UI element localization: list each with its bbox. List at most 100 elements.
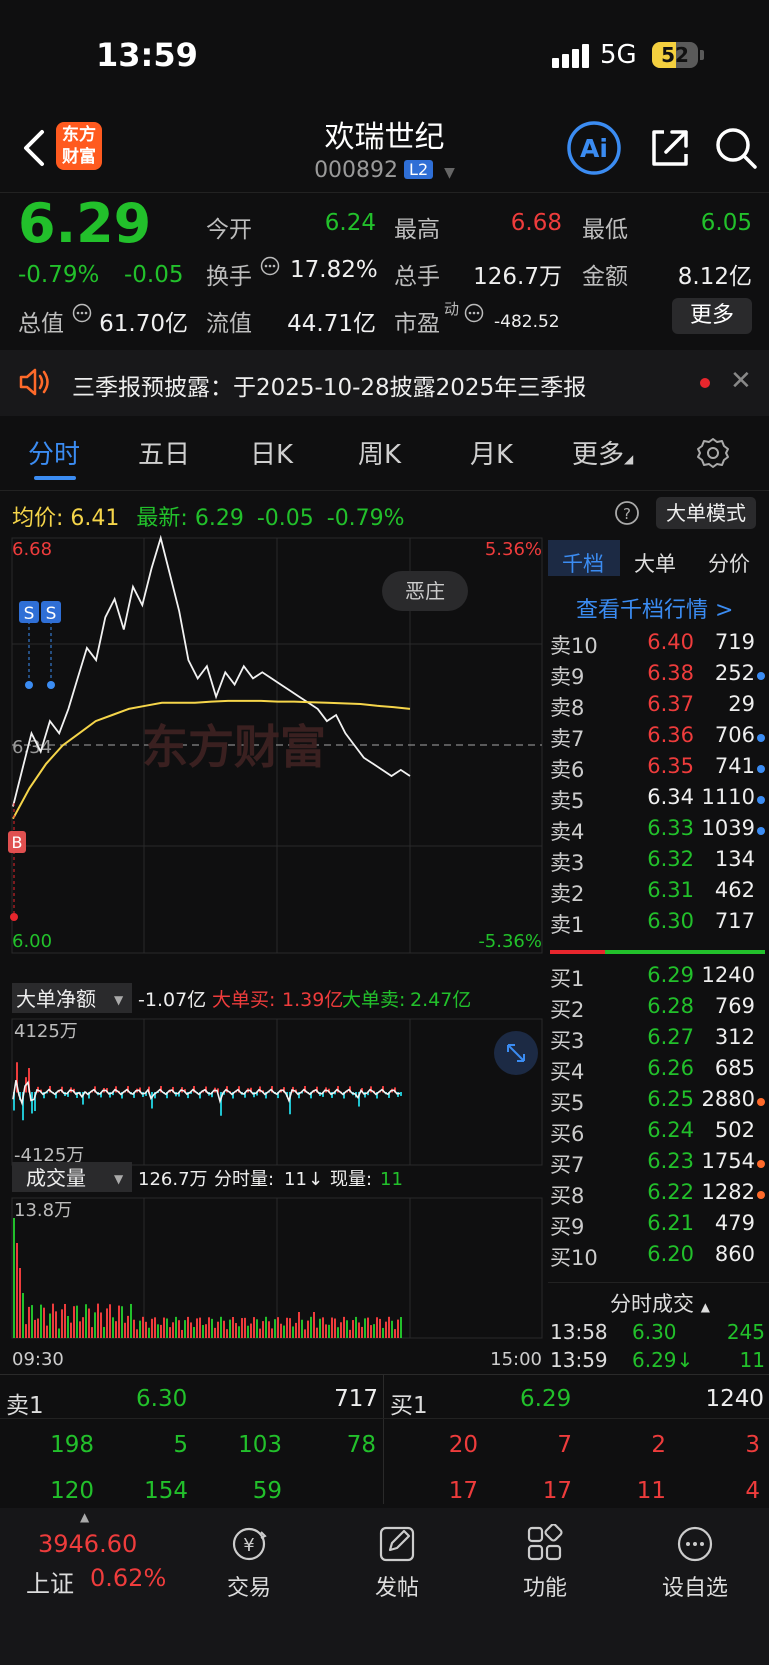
unread-dot: [700, 378, 710, 388]
volume-bar: [55, 1311, 57, 1338]
index-value[interactable]: 3946.60: [38, 1530, 137, 1558]
tab-weekly-k[interactable]: 周K: [358, 434, 401, 471]
ask-price: 6.37: [647, 692, 694, 716]
ask-row[interactable]: 卖4 6.33 1039: [550, 816, 765, 847]
volume-bar: [226, 1329, 228, 1338]
tab-more[interactable]: 更多◢: [572, 434, 633, 471]
bid-row[interactable]: 买1 6.29 1240: [550, 963, 765, 994]
info-dots-icon[interactable]: [260, 256, 280, 276]
book-tab-big-order[interactable]: 大单: [634, 548, 676, 578]
ai-icon[interactable]: Ai: [566, 120, 622, 176]
volume-bar: [142, 1316, 144, 1338]
volume-bar: [94, 1312, 96, 1338]
book-tab-depth[interactable]: 千档: [562, 548, 604, 578]
mcap-value: 61.70亿: [99, 311, 188, 337]
volume-label: 成交量: [26, 1166, 86, 1190]
bid-row[interactable]: 买4 6.26 685: [550, 1056, 765, 1087]
bid1-label: 买1: [390, 1393, 428, 1419]
bid-queue-item: 17: [542, 1478, 572, 1504]
svg-text:¥: ¥: [243, 1535, 254, 1556]
pe-label: 市盈: [394, 311, 440, 337]
ask-level: 卖4: [550, 820, 585, 844]
nav-trade[interactable]: ¥ 交易: [194, 1524, 304, 1602]
close-icon[interactable]: ✕: [730, 366, 752, 396]
volume-bar: [394, 1329, 396, 1338]
nav-watchlist[interactable]: 设自选: [640, 1524, 750, 1602]
volume-bar: [370, 1325, 372, 1338]
volume-bar: [280, 1323, 282, 1338]
trades-header[interactable]: 分时成交 ▲: [610, 1288, 710, 1318]
bid-price: 6.29: [647, 963, 694, 987]
volume-bar: [64, 1303, 66, 1338]
tab-more-label: 更多: [572, 440, 625, 470]
volume-bar: [319, 1318, 321, 1338]
volume-bar: [373, 1324, 375, 1338]
volume-bar: [70, 1322, 72, 1338]
ask-row[interactable]: 卖1 6.30 717: [550, 909, 765, 940]
index-percent[interactable]: 0.62%: [90, 1564, 166, 1592]
volume-bar: [85, 1304, 87, 1338]
bid-volume: 479: [714, 1211, 755, 1235]
tab-intraday[interactable]: 分时: [28, 434, 80, 471]
volume-bar: [211, 1318, 213, 1338]
bid-row[interactable]: 买2 6.28 769: [550, 994, 765, 1025]
amount-label: 金额: [582, 264, 628, 290]
bid-row[interactable]: 买9 6.21 479: [550, 1211, 765, 1242]
bid-row[interactable]: 买3 6.27 312: [550, 1025, 765, 1056]
ask-row[interactable]: 卖2 6.31 462: [550, 878, 765, 909]
volume-bar: [190, 1322, 192, 1338]
bid-row[interactable]: 买5 6.25 2880: [550, 1087, 765, 1118]
nav-functions[interactable]: 功能: [490, 1524, 600, 1602]
ask1-volume: 717: [334, 1386, 378, 1412]
info-dots-icon[interactable]: [464, 303, 484, 323]
volume-bar: [25, 1324, 27, 1338]
ask-row[interactable]: 卖9 6.38 252: [550, 661, 765, 692]
tab-daily-k[interactable]: 日K: [250, 434, 293, 471]
stock-code: 000892: [314, 158, 399, 183]
turnover-value: 17.82%: [290, 257, 378, 283]
view-depth-link[interactable]: 查看千档行情 >: [576, 592, 733, 624]
volume-bar: [304, 1329, 306, 1338]
bid-row[interactable]: 买7 6.23 1754: [550, 1149, 765, 1180]
help-icon[interactable]: ?: [614, 500, 640, 526]
minute-volume-label: 分时量:: [214, 1169, 274, 1190]
bid-row[interactable]: 买10 6.20 860: [550, 1242, 765, 1273]
ask-row[interactable]: 卖7 6.36 706: [550, 723, 765, 754]
volume-bar: [181, 1329, 183, 1338]
trade-time: 13:59: [550, 1348, 608, 1372]
tab-monthly-k[interactable]: 月K: [470, 434, 513, 471]
ask-level: 卖10: [550, 634, 598, 658]
volume-bar: [328, 1324, 330, 1338]
bid-row[interactable]: 买8 6.22 1282: [550, 1180, 765, 1211]
index-name[interactable]: 上证: [26, 1564, 74, 1599]
ask-volume: 719: [714, 630, 755, 654]
intraday-chart[interactable]: 东方财富 6.68 6.34 6.00 5.36% -5.36% 恶庄 S S …: [0, 535, 546, 1380]
big-order-mode-button[interactable]: 大单模式: [656, 497, 756, 529]
big-order-dot: [757, 765, 765, 773]
grid-icon: [527, 1524, 563, 1561]
share-icon[interactable]: [646, 124, 694, 172]
volume-bar: [67, 1315, 69, 1338]
ask-volume: 462: [714, 878, 755, 902]
info-dots-icon[interactable]: [72, 303, 92, 323]
ask-row[interactable]: 卖10 6.40 719: [550, 630, 765, 661]
ask-row[interactable]: 卖5 6.34 1110: [550, 785, 765, 816]
search-icon[interactable]: [712, 124, 760, 172]
ask-row[interactable]: 卖6 6.35 741: [550, 754, 765, 785]
more-button[interactable]: 更多: [672, 298, 752, 334]
ask-row[interactable]: 卖3 6.32 134: [550, 847, 765, 878]
volume-bar: [268, 1321, 270, 1338]
bid-level: 买8: [550, 1184, 585, 1208]
tab-five-day[interactable]: 五日: [138, 434, 190, 471]
bid-row[interactable]: 买6 6.24 502: [550, 1118, 765, 1149]
ask-row[interactable]: 卖8 6.37 29: [550, 692, 765, 723]
nav-post[interactable]: 发帖: [342, 1524, 452, 1602]
volume-bar: [106, 1308, 108, 1338]
gear-icon[interactable]: [696, 436, 730, 470]
ask-queue-item: 5: [173, 1432, 188, 1458]
book-tab-price[interactable]: 分价: [708, 548, 750, 578]
ask-queue-item: 59: [252, 1478, 282, 1504]
volume-bar: [79, 1321, 81, 1338]
big-order-sell-label: 大单卖:: [342, 989, 405, 1011]
volume-bar: [310, 1316, 312, 1338]
